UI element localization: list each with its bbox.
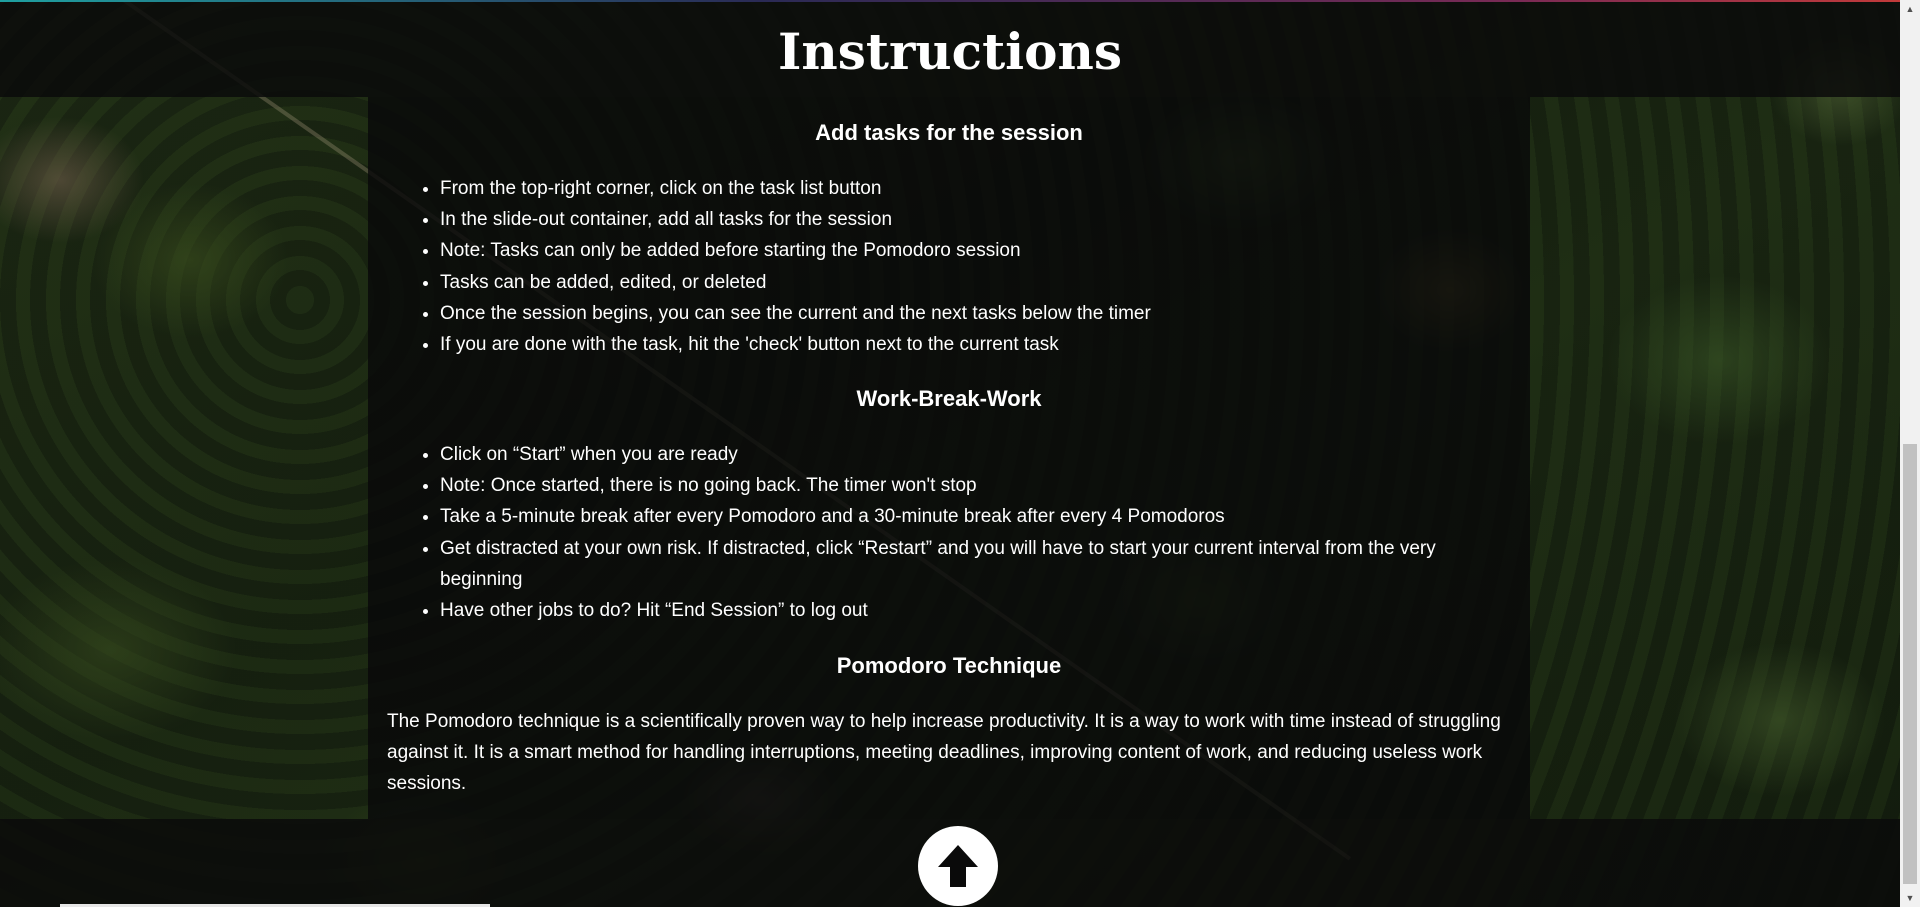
page-title: Instructions xyxy=(777,22,1123,81)
list-item: Once the session begins, you can see the… xyxy=(440,298,1520,329)
forest-background: Instructions Add tasks for the session F… xyxy=(0,0,1900,907)
section-heading-add-tasks: Add tasks for the session xyxy=(815,120,1083,145)
instructions-panel: Add tasks for the session From the top-r… xyxy=(368,97,1530,819)
header-band: Instructions xyxy=(0,2,1900,97)
scrollbar-down-arrow[interactable]: ▼ xyxy=(1900,889,1920,907)
scrollbar-thumb[interactable] xyxy=(1903,444,1917,884)
list-item: Click on “Start” when you are ready xyxy=(440,439,1520,470)
list-item: If you are done with the task, hit the '… xyxy=(440,329,1520,360)
section-heading-pomodoro: Pomodoro Technique xyxy=(836,653,1062,678)
list-item: Take a 5-minute break after every Pomodo… xyxy=(440,501,1520,532)
list-item: Note: Tasks can only be added before sta… xyxy=(440,235,1520,266)
scroll-to-top-button[interactable] xyxy=(918,826,998,906)
list-item: Have other jobs to do? Hit “End Session”… xyxy=(440,595,1520,626)
scrollbar-up-arrow[interactable]: ▲ xyxy=(1900,0,1920,18)
pomodoro-description: The Pomodoro technique is a scientifical… xyxy=(387,711,1501,795)
work-break-list: Click on “Start” when you are ready Note… xyxy=(408,439,1520,626)
arrow-up-icon xyxy=(938,845,978,887)
list-item: In the slide-out container, add all task… xyxy=(440,204,1520,235)
list-item: Tasks can be added, edited, or deleted xyxy=(440,267,1520,298)
add-tasks-list: From the top-right corner, click on the … xyxy=(408,173,1520,360)
list-item: From the top-right corner, click on the … xyxy=(440,173,1520,204)
list-item: Get distracted at your own risk. If dist… xyxy=(440,533,1520,595)
section-heading-work-break: Work-Break-Work xyxy=(856,386,1042,411)
list-item: Note: Once started, there is no going ba… xyxy=(440,470,1520,501)
